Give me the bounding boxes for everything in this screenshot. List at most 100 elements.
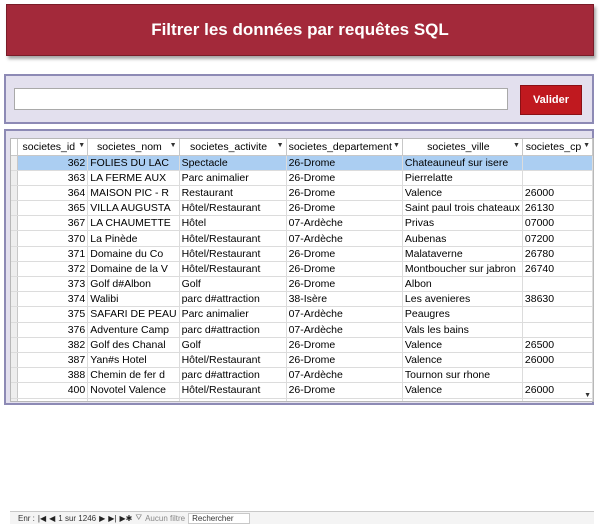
validate-button[interactable]: Valider: [520, 85, 582, 115]
cell-ville[interactable]: Privas: [402, 215, 523, 232]
table-row[interactable]: 373 Golf d#Albon Golf 26-Drome Albon: [11, 276, 593, 293]
cell-ville[interactable]: Valence: [402, 352, 523, 369]
row-selector[interactable]: [11, 215, 19, 232]
cell-cp[interactable]: 26000: [522, 352, 593, 369]
cell-nom[interactable]: LA FERME AUX: [87, 170, 180, 186]
cell-activite[interactable]: Hôtel/Restaurant: [179, 246, 287, 262]
cell-cp[interactable]: 07200: [522, 230, 593, 247]
cell-cp[interactable]: [522, 276, 593, 293]
cell-cp[interactable]: [522, 155, 593, 171]
cell-cp[interactable]: [522, 322, 593, 338]
row-selector[interactable]: [11, 230, 19, 247]
table-row[interactable]: 364 MAISON PIC - R Restaurant 26-Drome Valen…: [11, 185, 593, 202]
cell-activite[interactable]: Hôtel/Restaurant: [179, 398, 287, 401]
last-record-icon[interactable]: ▶|: [108, 514, 116, 523]
table-row[interactable]: 362 FOLIES DU LAC Spectacle 26-Drome Chateau…: [11, 155, 593, 171]
cell-departement[interactable]: 07-Ardèche: [286, 306, 403, 323]
cell-ville[interactable]: Vals les bains: [402, 322, 523, 338]
dropdown-arrow-icon[interactable]: ▼: [393, 142, 400, 149]
table-row[interactable]: 370 La Pinède Hôtel/Restaurant 07-Ardèche Au…: [11, 230, 593, 247]
cell-id[interactable]: 373: [17, 276, 89, 293]
cell-nom[interactable]: Walibi: [87, 291, 180, 308]
cell-activite[interactable]: Hôtel/Restaurant: [179, 261, 287, 278]
cell-id[interactable]: 367: [17, 215, 89, 232]
row-selector[interactable]: [11, 200, 19, 217]
cell-ville[interactable]: Saint paul trois chateaux: [402, 200, 523, 217]
row-selector[interactable]: [11, 291, 19, 308]
cell-ville[interactable]: Peaugres: [402, 306, 523, 323]
cell-id[interactable]: 376: [17, 322, 89, 338]
cell-nom[interactable]: Hôtel ibis Valen: [87, 398, 180, 401]
cell-departement[interactable]: 26-Drome: [286, 155, 403, 171]
new-record-icon[interactable]: ▶✱: [120, 514, 133, 523]
cell-nom[interactable]: Domaine du Co: [87, 246, 180, 262]
cell-id[interactable]: 375: [17, 306, 89, 323]
cell-activite[interactable]: parc d#attraction: [179, 291, 287, 308]
cell-departement[interactable]: 26-Drome: [286, 352, 403, 369]
cell-nom[interactable]: Golf des Chanal: [87, 337, 180, 353]
table-row[interactable]: 375 SAFARI DE PEAU Parc animalier 07-Ardèch…: [11, 306, 593, 323]
cell-id[interactable]: 364: [17, 185, 89, 202]
cell-activite[interactable]: parc d#attraction: [179, 322, 287, 338]
sql-query-input[interactable]: [14, 88, 508, 110]
cell-activite[interactable]: Parc animalier: [179, 306, 287, 323]
row-selector[interactable]: [11, 337, 19, 353]
cell-id[interactable]: 382: [17, 337, 89, 353]
cell-departement[interactable]: 26-Drome: [286, 170, 403, 186]
cell-departement[interactable]: 26-Drome: [286, 276, 403, 293]
cell-departement[interactable]: 26-Drome: [286, 261, 403, 278]
cell-nom[interactable]: Golf d#Albon: [87, 276, 180, 293]
cell-id[interactable]: 388: [17, 367, 89, 384]
row-selector[interactable]: [11, 155, 19, 171]
row-selector[interactable]: [11, 306, 19, 323]
table-row[interactable]: 363 LA FERME AUX Parc animalier 26-Drome Pie…: [11, 170, 593, 186]
row-selector[interactable]: [11, 246, 19, 262]
dropdown-arrow-icon[interactable]: ▼: [277, 142, 284, 149]
table-row[interactable]: 382 Golf des Chanal Golf 26-Drome Valence 265…: [11, 337, 593, 353]
table-row[interactable]: 400 Novotel Valence Hôtel/Restaurant 26-Dro…: [11, 382, 593, 399]
cell-cp[interactable]: [522, 367, 593, 384]
row-selector[interactable]: [11, 170, 19, 186]
cell-cp[interactable]: 07000: [522, 215, 593, 232]
cell-cp[interactable]: 38630: [522, 291, 593, 308]
cell-ville[interactable]: Tournon sur rhone: [402, 367, 523, 384]
cell-id[interactable]: 371: [17, 246, 89, 262]
cell-ville[interactable]: Valence: [402, 185, 523, 202]
cell-ville[interactable]: Chateauneuf sur isere: [402, 155, 523, 171]
cell-activite[interactable]: Parc animalier: [179, 170, 287, 186]
cell-departement[interactable]: 26-Drome: [286, 382, 403, 399]
table-row[interactable]: 388 Chemin de fer d parc d#attraction 07-Ar…: [11, 367, 593, 384]
search-box[interactable]: Rechercher: [188, 512, 251, 524]
table-row[interactable]: 376 Adventure Camp parc d#attraction 07-Ard…: [11, 322, 593, 338]
cell-id[interactable]: 362: [17, 155, 89, 171]
cell-ville[interactable]: Aubenas: [402, 230, 523, 247]
cell-ville[interactable]: Malataverne: [402, 246, 523, 262]
filter-status[interactable]: Aucun filtre: [145, 514, 185, 523]
cell-cp[interactable]: [522, 170, 593, 186]
cell-ville[interactable]: Les avenieres: [402, 291, 523, 308]
cell-activite[interactable]: Restaurant: [179, 185, 287, 202]
cell-cp[interactable]: 26500: [522, 337, 593, 353]
cell-id[interactable]: 400: [17, 382, 89, 399]
cell-departement[interactable]: 26-Drome: [286, 246, 403, 262]
row-selector[interactable]: [11, 352, 19, 369]
cell-activite[interactable]: Hôtel/Restaurant: [179, 230, 287, 247]
cell-activite[interactable]: Golf: [179, 337, 287, 353]
row-selector[interactable]: [11, 382, 19, 399]
cell-nom[interactable]: FOLIES DU LAC: [87, 155, 180, 171]
cell-departement[interactable]: 07-Ardèche: [286, 230, 403, 247]
cell-activite[interactable]: parc d#attraction: [179, 367, 287, 384]
dropdown-arrow-icon[interactable]: ▼: [513, 142, 520, 149]
row-selector[interactable]: [11, 261, 19, 278]
table-row[interactable]: 365 VILLA AUGUSTA Hôtel/Restaurant 26-Drome…: [11, 200, 593, 217]
cell-id[interactable]: 374: [17, 291, 89, 308]
results-datasheet[interactable]: societes_id ▼ societes_nom ▼ societes_acti…: [10, 138, 594, 402]
cell-id[interactable]: 387: [17, 352, 89, 369]
cell-departement[interactable]: 07-Ardèche: [286, 322, 403, 338]
cell-cp[interactable]: 26740: [522, 261, 593, 278]
cell-departement[interactable]: 07-Ardèche: [286, 215, 403, 232]
cell-nom[interactable]: SAFARI DE PEAU: [87, 306, 180, 323]
cell-nom[interactable]: LA CHAUMETTE: [87, 215, 180, 232]
dropdown-arrow-icon[interactable]: ▼: [583, 142, 590, 149]
previous-record-icon[interactable]: ◀: [49, 514, 55, 523]
